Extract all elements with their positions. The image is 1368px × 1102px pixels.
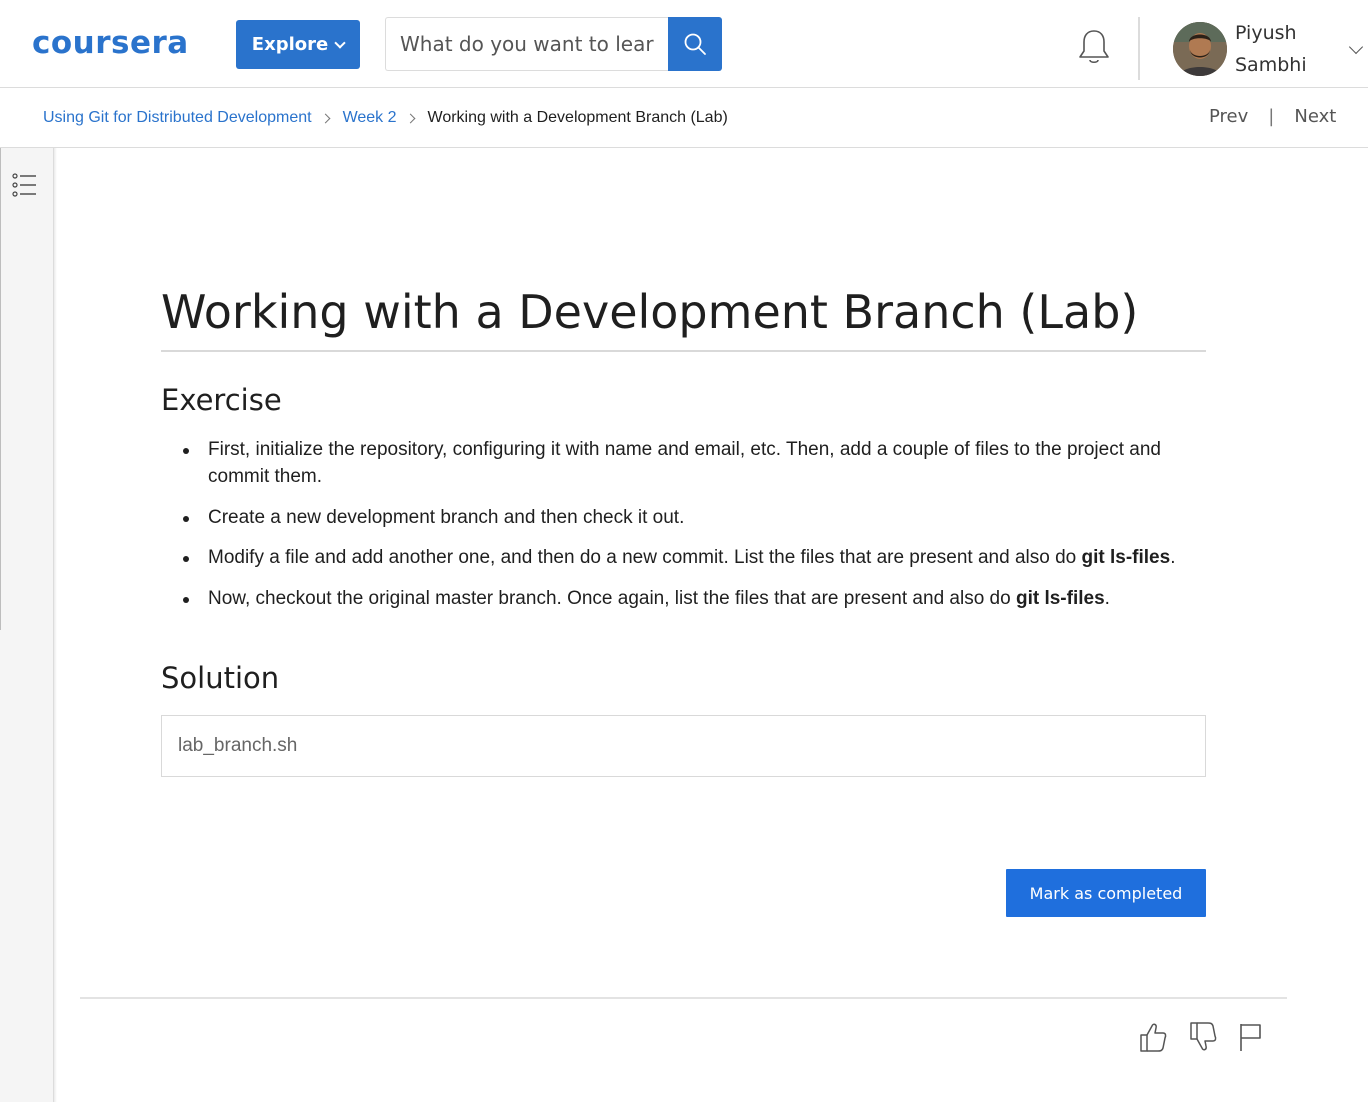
prev-link[interactable]: Prev — [1209, 106, 1248, 127]
explore-button[interactable]: Explore — [236, 20, 360, 69]
search-field-container — [385, 17, 668, 71]
inline-code-command: git ls-files — [1015, 587, 1105, 609]
notification-bell-icon[interactable] — [1076, 28, 1112, 66]
search-input[interactable] — [386, 18, 668, 70]
breadcrumb-current-item: Working with a Development Branch (Lab) — [427, 109, 728, 126]
chevron-right-icon — [320, 113, 331, 123]
course-outline-sidebar — [0, 148, 57, 1102]
exercise-list: First, initialize the repository, config… — [161, 436, 1206, 625]
explore-button-label: Explore — [251, 34, 329, 55]
title-divider — [161, 350, 1206, 352]
page-title: Working with a Development Branch (Lab) — [161, 285, 1139, 339]
top-navigation-bar: coursera Explore Piyush Sambhi — [0, 0, 1368, 88]
breadcrumb-week-link[interactable]: Week 2 — [343, 108, 397, 128]
search-button[interactable] — [668, 17, 722, 71]
coursera-logo[interactable]: coursera — [32, 26, 189, 60]
list-item: First, initialize the repository, config… — [161, 436, 1206, 490]
solution-file-attachment[interactable]: lab_branch.sh — [161, 715, 1206, 777]
mark-as-completed-button[interactable]: Mark as completed — [1006, 869, 1206, 917]
thumbs-down-icon[interactable] — [1188, 1020, 1218, 1054]
sidebar-left-border — [0, 148, 1, 630]
avatar[interactable] — [1173, 22, 1227, 76]
next-link[interactable]: Next — [1294, 106, 1336, 127]
inline-code-command: git ls-files — [1081, 547, 1171, 568]
list-item: Now, checkout the original master branch… — [161, 585, 1206, 612]
user-last-name: Sambhi — [1235, 54, 1307, 76]
search-icon — [684, 33, 706, 55]
list-item: Create a new development branch and then… — [161, 504, 1206, 531]
user-name[interactable]: Piyush Sambhi — [1235, 17, 1307, 81]
flag-icon[interactable] — [1236, 1020, 1266, 1054]
breadcrumb-bar: Using Git for Distributed Development We… — [0, 88, 1368, 148]
footer-divider — [80, 997, 1287, 999]
mark-as-completed-label: Mark as completed — [1029, 883, 1183, 903]
solution-heading: Solution — [161, 661, 280, 695]
chevron-down-icon — [334, 36, 346, 49]
thumbs-up-icon[interactable] — [1138, 1020, 1168, 1054]
prev-next-separator: | — [1268, 106, 1275, 127]
list-item: Modify a file and add another one, and t… — [161, 544, 1206, 571]
breadcrumb: Using Git for Distributed Development We… — [43, 108, 728, 128]
header-divider — [1138, 17, 1140, 80]
breadcrumb-course-link[interactable]: Using Git for Distributed Development — [43, 108, 312, 128]
chevron-right-icon — [405, 113, 415, 123]
prev-next-navigation: Prev | Next — [1209, 106, 1336, 127]
user-menu-chevron-icon[interactable] — [1348, 39, 1364, 55]
solution-file-name: lab_branch.sh — [178, 735, 298, 756]
exercise-heading: Exercise — [161, 383, 282, 417]
sidebar-shadow — [54, 148, 57, 1102]
user-first-name: Piyush — [1235, 22, 1297, 44]
list-icon[interactable] — [12, 172, 38, 198]
avatar-image — [1173, 22, 1227, 76]
